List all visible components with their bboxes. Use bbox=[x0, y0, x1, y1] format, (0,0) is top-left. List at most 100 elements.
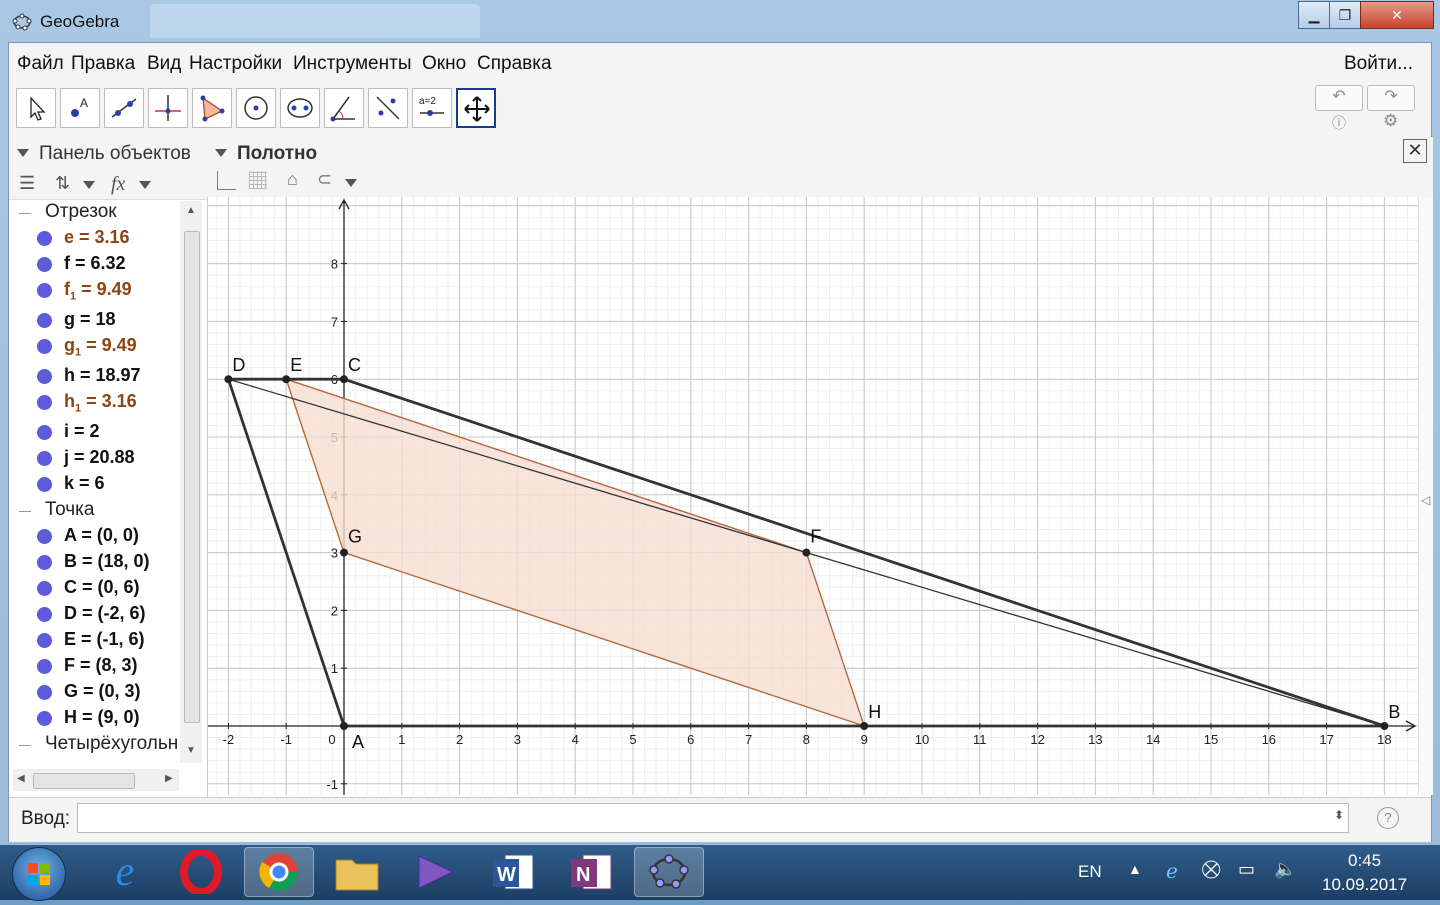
visibility-dot-icon[interactable] bbox=[37, 659, 52, 674]
clock-date[interactable]: 10.09.2017 bbox=[1322, 875, 1407, 895]
sort-icon[interactable]: ⇅ bbox=[55, 173, 70, 194]
perpendicular-tool[interactable] bbox=[148, 88, 188, 128]
group-point[interactable]: Точка bbox=[45, 499, 94, 521]
visibility-dot-icon[interactable] bbox=[37, 529, 52, 544]
maximize-button[interactable]: ❐ bbox=[1329, 1, 1361, 29]
visibility-dot-icon[interactable] bbox=[37, 339, 52, 354]
slider-tool[interactable]: a=2 bbox=[412, 88, 452, 128]
scroll-up-icon[interactable]: ▲ bbox=[186, 205, 196, 216]
expand-left-icon[interactable]: ◁ bbox=[1421, 493, 1430, 507]
menu-view[interactable]: Вид bbox=[147, 53, 181, 75]
side-panel-toggle[interactable]: ◁ bbox=[1418, 197, 1433, 795]
visibility-dot-icon[interactable] bbox=[37, 607, 52, 622]
point-marker bbox=[802, 548, 811, 557]
collapse-triangle-icon[interactable] bbox=[17, 149, 29, 157]
taskbar-onenote[interactable]: N bbox=[556, 847, 626, 897]
point-tool[interactable]: A bbox=[60, 88, 100, 128]
visibility-dot-icon[interactable] bbox=[37, 581, 52, 596]
point-capture-icon[interactable]: ⊂ bbox=[317, 169, 332, 190]
input-field[interactable]: ⬍ bbox=[77, 803, 1349, 833]
home-icon[interactable]: ⌂ bbox=[287, 169, 298, 190]
menu-help[interactable]: Справка bbox=[477, 53, 552, 75]
axes-toggle-icon[interactable] bbox=[217, 171, 236, 190]
fx-icon[interactable]: fx bbox=[111, 173, 125, 196]
taskbar-geogebra[interactable] bbox=[634, 847, 704, 897]
visibility-dot-icon[interactable] bbox=[37, 685, 52, 700]
windows-logo-icon bbox=[28, 863, 50, 885]
menu-tools[interactable]: Инструменты bbox=[293, 53, 411, 75]
circle-tool[interactable] bbox=[236, 88, 276, 128]
collapse-triangle-icon[interactable] bbox=[215, 149, 227, 157]
group-segment[interactable]: Отрезок bbox=[45, 201, 117, 223]
visibility-dot-icon[interactable] bbox=[37, 477, 52, 492]
visibility-dot-icon[interactable] bbox=[37, 451, 52, 466]
scroll-left-icon[interactable]: ◀ bbox=[17, 773, 25, 784]
scroll-down-icon[interactable]: ▼ bbox=[186, 745, 196, 756]
line-tool[interactable] bbox=[104, 88, 144, 128]
visibility-dot-icon[interactable] bbox=[37, 395, 52, 410]
clock-time[interactable]: 0:45 bbox=[1348, 851, 1381, 871]
volume-icon[interactable]: 🔈 bbox=[1274, 859, 1296, 880]
angle-tool[interactable] bbox=[324, 88, 364, 128]
login-link[interactable]: Войти... bbox=[1344, 53, 1413, 75]
auxiliary-objects-icon[interactable]: ☰ bbox=[19, 173, 35, 194]
scrollbar-thumb[interactable] bbox=[184, 231, 200, 723]
visibility-dot-icon[interactable] bbox=[37, 283, 52, 298]
taskbar-word[interactable]: W bbox=[478, 847, 548, 897]
visibility-dot-icon[interactable] bbox=[37, 711, 52, 726]
dropdown-icon[interactable]: ⬍ bbox=[1334, 808, 1344, 822]
chevron-down-icon[interactable] bbox=[83, 181, 95, 189]
grid-toggle-icon[interactable] bbox=[249, 171, 267, 189]
language-indicator[interactable]: EN bbox=[1078, 862, 1102, 882]
chevron-down-icon[interactable] bbox=[139, 181, 151, 189]
visibility-dot-icon[interactable] bbox=[37, 555, 52, 570]
taskbar-ie[interactable]: e bbox=[90, 847, 160, 897]
menu-edit[interactable]: Правка bbox=[71, 53, 135, 75]
redo-button[interactable]: ↷ bbox=[1367, 85, 1415, 111]
visibility-dot-icon[interactable] bbox=[37, 425, 52, 440]
start-button[interactable] bbox=[12, 847, 66, 901]
network-icon[interactable]: ▭ bbox=[1238, 859, 1255, 880]
horizontal-scrollbar[interactable]: ◀ ▶ bbox=[13, 769, 179, 791]
vertical-scrollbar[interactable]: ▲ ▼ bbox=[180, 201, 202, 763]
move-graphics-tool[interactable] bbox=[456, 88, 496, 128]
taskbar-media[interactable] bbox=[400, 847, 470, 897]
taskbar-chrome[interactable] bbox=[244, 847, 314, 897]
conic-tool[interactable] bbox=[280, 88, 320, 128]
close-button[interactable]: ✕ bbox=[1360, 1, 1434, 29]
collapse-minus-icon[interactable] bbox=[19, 511, 31, 512]
chevron-down-icon[interactable] bbox=[345, 179, 357, 187]
move-tool[interactable] bbox=[16, 88, 56, 128]
plot-area[interactable]: -2-10123456789101112131415161718-1123456… bbox=[208, 197, 1418, 795]
visibility-dot-icon[interactable] bbox=[37, 313, 52, 328]
minimize-button[interactable]: ▁ bbox=[1298, 1, 1330, 29]
help-circle-icon[interactable]: ⓘ bbox=[1332, 113, 1346, 133]
gear-icon[interactable]: ⚙ bbox=[1383, 111, 1398, 131]
visibility-dot-icon[interactable] bbox=[37, 257, 52, 272]
menu-settings[interactable]: Настройки bbox=[189, 53, 282, 75]
scroll-right-icon[interactable]: ▶ bbox=[165, 773, 173, 784]
taskbar-explorer[interactable] bbox=[322, 847, 392, 897]
point-marker bbox=[1380, 722, 1389, 730]
graphics-canvas[interactable]: -2-10123456789101112131415161718-1123456… bbox=[208, 197, 1418, 795]
collapse-minus-icon[interactable] bbox=[19, 745, 31, 746]
group-quadrilateral[interactable]: Четырёхугольн bbox=[45, 733, 178, 755]
close-view-button[interactable]: ✕ bbox=[1403, 139, 1427, 163]
scrollbar-thumb[interactable] bbox=[33, 773, 135, 789]
menu-file[interactable]: Файл bbox=[17, 53, 64, 75]
input-help-icon[interactable]: ? bbox=[1377, 807, 1399, 829]
taskbar-opera[interactable] bbox=[166, 847, 236, 897]
polygon-tool[interactable] bbox=[192, 88, 232, 128]
visibility-dot-icon[interactable] bbox=[37, 369, 52, 384]
background-browser-tab[interactable] bbox=[150, 4, 480, 38]
menu-window[interactable]: Окно bbox=[422, 53, 466, 75]
visibility-dot-icon[interactable] bbox=[37, 633, 52, 648]
tray-expand-icon[interactable]: ▲ bbox=[1128, 861, 1142, 877]
tray-usb-icon[interactable]: ⛒ bbox=[1202, 859, 1220, 880]
collapse-minus-icon[interactable] bbox=[19, 213, 31, 214]
point-label: H bbox=[868, 702, 881, 722]
reflect-tool[interactable] bbox=[368, 88, 408, 128]
undo-button[interactable]: ↶ bbox=[1315, 85, 1363, 111]
tray-app-icon[interactable]: ℯ bbox=[1166, 859, 1178, 884]
visibility-dot-icon[interactable] bbox=[37, 231, 52, 246]
